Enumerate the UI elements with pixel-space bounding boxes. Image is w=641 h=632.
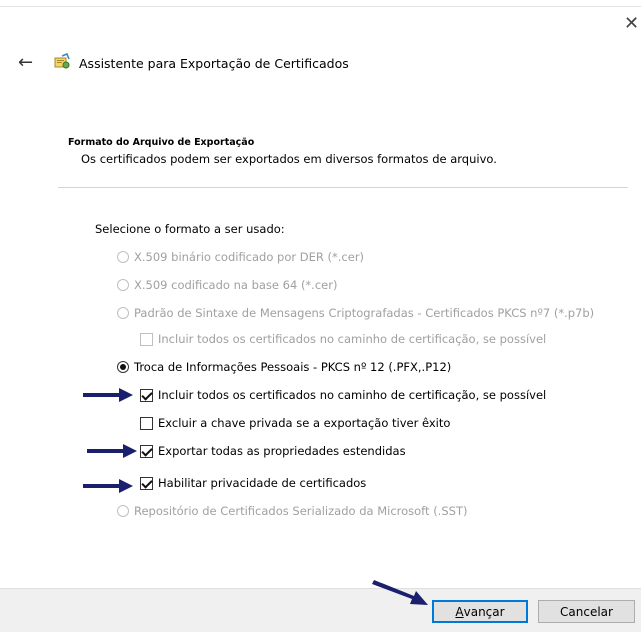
checkbox-enable-privacy[interactable] [140,476,153,490]
pointer-arrow-icon [372,580,428,605]
next-button-label: vançar [463,604,505,619]
option-der[interactable]: X.509 binário codificado por DER (*.cer) [117,248,364,266]
option-sst[interactable]: Repositório de Certificados Serializado … [117,502,467,520]
option-delete-private-key[interactable]: Excluir a chave privada se a exportação … [140,414,450,432]
wizard-title: Assistente para Exportação de Certificad… [79,56,349,71]
back-arrow-icon[interactable]: ← [18,54,33,72]
section-description: Os certificados podem ser exportados em … [81,152,497,166]
title-bar-divider [0,6,641,7]
label-pkcs12: Troca de Informações Pessoais - PKCS nº … [134,360,452,374]
option-pkcs12[interactable]: Troca de Informações Pessoais - PKCS nº … [117,358,451,376]
label-pkcs12-include-all: Incluir todos os certificados no caminho… [158,388,547,402]
option-pkcs7[interactable]: Padrão de Sintaxe de Mensagens Criptogra… [117,304,594,322]
option-enable-privacy[interactable]: Habilitar privacidade de certificados [140,474,366,492]
option-base64[interactable]: X.509 codificado na base 64 (*.cer) [117,276,337,294]
certificate-wizard-icon [54,53,70,69]
label-enable-privacy: Habilitar privacidade de certificados [158,476,367,490]
label-base64: X.509 codificado na base 64 (*.cer) [134,278,338,292]
checkbox-export-properties[interactable] [140,444,153,458]
header-separator [58,187,628,188]
cancel-button-label: Cancelar [560,604,613,619]
pointer-arrow-icon [83,479,133,493]
option-export-properties[interactable]: Exportar todas as propriedades estendida… [140,442,406,460]
label-der: X.509 binário codificado por DER (*.cer) [134,250,365,264]
pointer-arrow-icon [83,388,133,402]
radio-sst[interactable] [117,505,129,517]
next-button[interactable]: Avançar [432,600,528,623]
radio-pkcs12[interactable] [117,361,129,373]
checkbox-pkcs7-include-all[interactable] [140,332,153,346]
checkbox-delete-private-key[interactable] [140,416,153,430]
label-sst: Repositório de Certificados Serializado … [134,504,468,518]
close-icon[interactable]: ✕ [624,15,639,33]
checkbox-pkcs12-include-all[interactable] [140,388,153,402]
section-title: Formato do Arquivo de Exportação [68,137,255,148]
format-prompt: Selecione o formato a ser usado: [95,222,285,236]
next-button-mnemonic: A [455,604,464,619]
radio-pkcs7[interactable] [117,307,129,319]
radio-base64[interactable] [117,279,129,291]
label-delete-private-key: Excluir a chave privada se a exportação … [158,416,451,430]
option-pkcs12-include-all[interactable]: Incluir todos os certificados no caminho… [140,386,546,404]
radio-der[interactable] [117,251,129,263]
label-pkcs7: Padrão de Sintaxe de Mensagens Criptogra… [134,306,595,320]
cancel-button[interactable]: Cancelar [538,600,635,623]
label-export-properties: Exportar todas as propriedades estendida… [158,444,406,458]
label-pkcs7-include-all: Incluir todos os certificados no caminho… [158,332,547,346]
pointer-arrow-icon [87,444,137,458]
option-pkcs7-include-all[interactable]: Incluir todos os certificados no caminho… [140,330,546,348]
